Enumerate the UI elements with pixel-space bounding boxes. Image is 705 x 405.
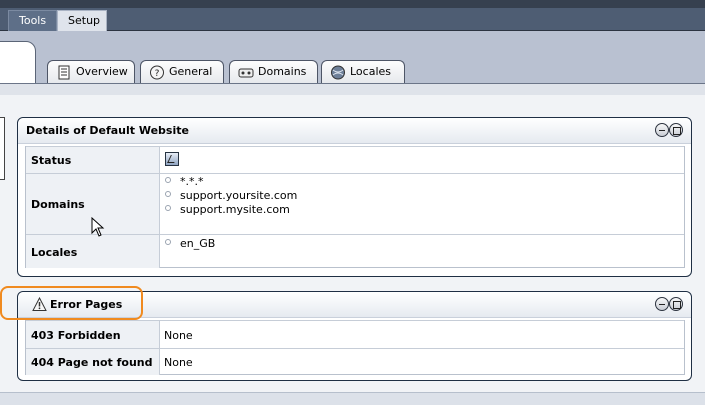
maximize-icon[interactable]: [669, 297, 683, 311]
tab-general[interactable]: ? General: [140, 60, 224, 84]
tab-content-band: [0, 83, 705, 95]
error-403-label-cell: 403 Forbidden: [26, 321, 160, 348]
status-value-cell: [160, 147, 684, 173]
details-panel-title: Details of Default Website: [26, 124, 189, 137]
warning-icon: [32, 297, 47, 311]
error-403-value-cell: None: [160, 321, 684, 348]
error-pages-panel-header: Error Pages: [18, 292, 691, 318]
error-pages-panel: Error Pages 403 Forbidden None 404 Page …: [17, 291, 692, 381]
table-row: 403 Forbidden None: [26, 320, 684, 348]
locales-list: en_GB: [164, 237, 215, 251]
tab-locales-label: Locales: [350, 65, 392, 78]
menu-tools[interactable]: Tools: [8, 10, 58, 31]
menu-bar: Tools Setup: [0, 8, 705, 31]
tab-domains-label: Domains: [258, 65, 307, 78]
domains-value-cell: *.*.* support.yoursite.com support.mysit…: [160, 174, 684, 234]
globe-icon: [331, 65, 345, 80]
error-404-label: 404 Page not found: [31, 356, 153, 369]
list-item: support.yoursite.com: [164, 189, 297, 203]
help-icon: ?: [150, 65, 164, 80]
status-label: Status: [31, 154, 72, 167]
mouse-cursor-icon: [91, 217, 105, 237]
checkbox-icon[interactable]: [165, 152, 179, 166]
error-pages-title: Error Pages: [50, 298, 123, 311]
locales-row: Locales en_GB: [26, 234, 684, 268]
error-404-label-cell: 404 Page not found: [26, 349, 160, 375]
details-panel: Details of Default Website Status Domain…: [17, 117, 692, 277]
error-404-value: None: [164, 356, 193, 369]
locales-label-cell: Locales: [26, 235, 160, 268]
domains-label: Domains: [31, 198, 85, 211]
tab-overview-label: Overview: [76, 65, 128, 78]
error-404-value-cell: None: [160, 349, 684, 375]
svg-text:?: ?: [155, 69, 160, 79]
list-item: *.*.*: [164, 175, 297, 189]
domains-list: *.*.* support.yoursite.com support.mysit…: [164, 175, 297, 217]
details-grid: Status Domains *.*.* support.yoursite.co…: [25, 146, 685, 268]
domains-row: Domains *.*.* support.yoursite.com suppo…: [26, 173, 684, 234]
status-row: Status: [26, 146, 684, 173]
left-panel-edge: [0, 117, 5, 180]
minimize-icon[interactable]: [655, 297, 669, 311]
list-item: en_GB: [164, 237, 215, 251]
table-row: 404 Page not found None: [26, 348, 684, 375]
top-bar: [0, 0, 705, 8]
maximize-icon[interactable]: [669, 123, 683, 137]
locales-label: Locales: [31, 246, 78, 259]
error-pages-grid: 403 Forbidden None 404 Page not found No…: [25, 320, 685, 375]
bottom-strip: [0, 392, 705, 405]
details-panel-header: Details of Default Website: [18, 118, 691, 144]
tab-general-label: General: [169, 65, 213, 78]
tab-domains[interactable]: Domains: [229, 60, 318, 84]
network-icon: [238, 68, 254, 78]
menu-setup[interactable]: Setup: [57, 10, 107, 31]
list-item: support.mysite.com: [164, 203, 297, 217]
status-label-cell: Status: [26, 147, 160, 173]
tab-overview[interactable]: Overview: [47, 60, 135, 84]
locales-value-cell: en_GB: [160, 235, 684, 268]
document-icon: [58, 65, 70, 80]
tab-locales[interactable]: Locales: [321, 60, 451, 84]
error-403-label: 403 Forbidden: [31, 329, 121, 342]
error-403-value: None: [164, 329, 193, 342]
minimize-icon[interactable]: [655, 123, 669, 137]
